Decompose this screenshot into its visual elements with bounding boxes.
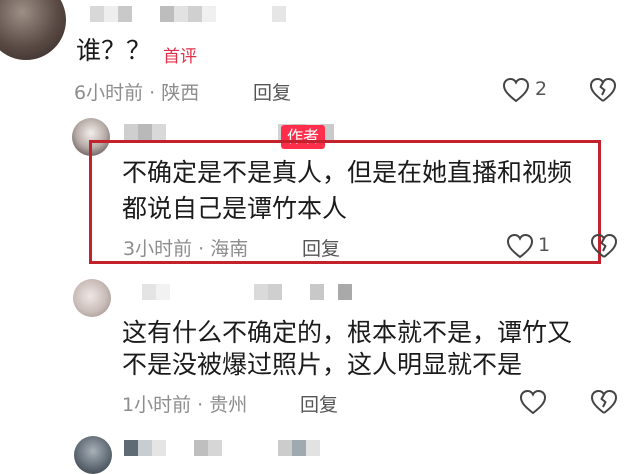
heart-outline-icon[interactable] [519, 389, 547, 419]
avatar[interactable] [0, 0, 66, 60]
heart-outline-icon[interactable] [506, 233, 534, 263]
comment-meta: 1小时前 · 贵州 [122, 394, 248, 416]
broken-heart-icon[interactable] [590, 233, 618, 263]
reply-button[interactable]: 回复 [300, 390, 338, 417]
comment-meta: 6小时前 · 陕西 [74, 82, 200, 104]
avatar[interactable] [73, 279, 111, 317]
reply-button[interactable]: 回复 [253, 78, 291, 105]
like-count: 1 [538, 234, 551, 256]
comment-text-line-1: 不确定是不是真人，但是在她直播和视频 [122, 158, 573, 187]
comment-text-line-2: 都说自己是谭竹本人 [122, 194, 348, 223]
comment-text-line-1: 这有什么不确定的，根本就不是，谭竹又 [122, 318, 573, 347]
username-mosaic[interactable] [124, 440, 320, 456]
like-count: 2 [535, 78, 548, 100]
heart-outline-icon[interactable] [502, 77, 530, 107]
comment-meta: 3小时前 · 海南 [123, 238, 249, 260]
broken-heart-icon[interactable] [589, 77, 617, 107]
reply-button[interactable]: 回复 [302, 234, 340, 261]
username-mosaic[interactable] [90, 6, 286, 22]
comment-text-line-2: 不是没被爆过照片，这人明显就不是 [122, 350, 523, 379]
username-mosaic[interactable] [142, 284, 352, 300]
comment-text: 谁？？ [76, 36, 152, 65]
first-comment-badge: 首评 [163, 47, 197, 67]
broken-heart-icon[interactable] [590, 389, 618, 419]
avatar[interactable] [74, 436, 112, 474]
